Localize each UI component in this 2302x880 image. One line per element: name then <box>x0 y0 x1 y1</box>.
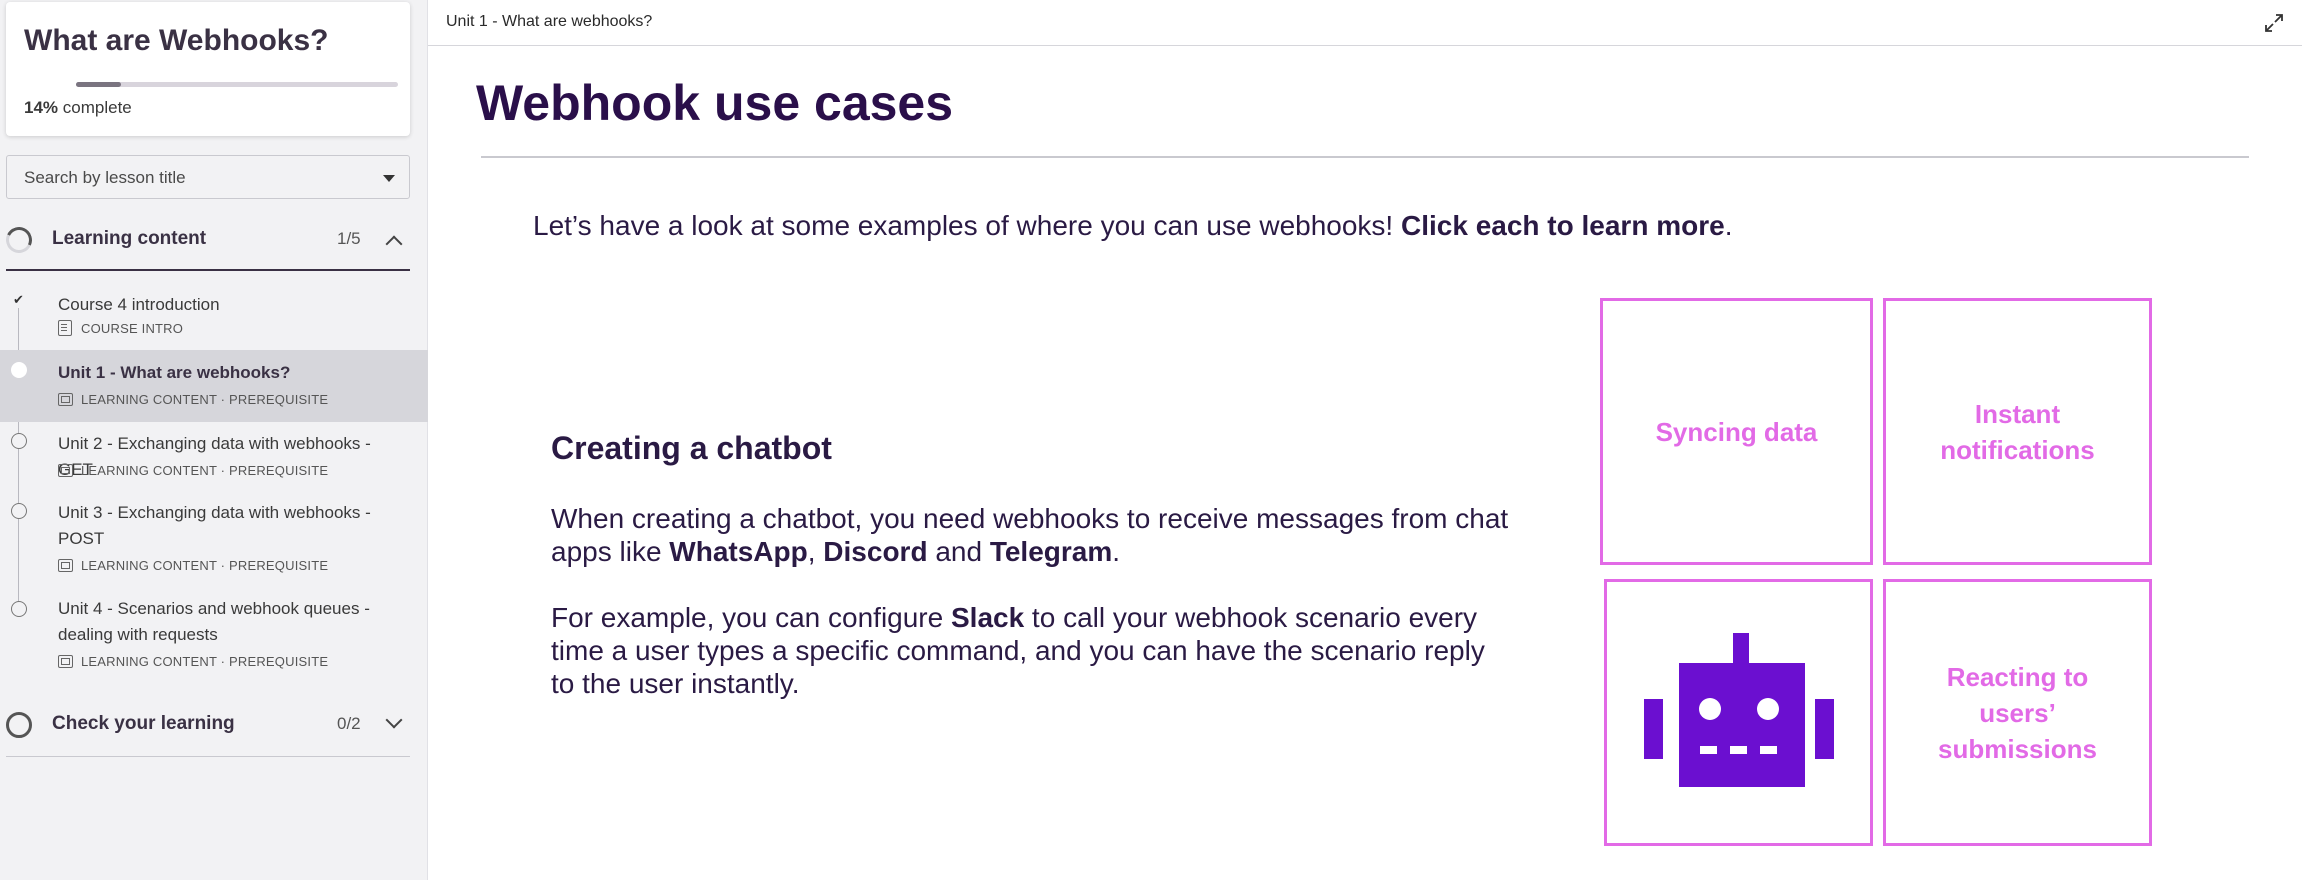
book-icon <box>58 320 72 336</box>
course-title: What are Webhooks? <box>24 24 329 57</box>
progress-bar <box>76 82 398 87</box>
robot-icon <box>1643 632 1834 787</box>
lesson-title: Unit 3 - Exchanging data with webhooks -… <box>58 503 371 548</box>
tile-label: Syncing data <box>1655 416 1818 447</box>
section-divider <box>6 756 410 757</box>
progress-bar-fill <box>76 82 122 87</box>
lesson-meta: LEARNING CONTENT · PREREQUISITE <box>58 392 328 407</box>
page-title: Webhook use cases <box>476 75 954 131</box>
course-sidebar: What are Webhooks? 14% complete Search b… <box>0 0 428 880</box>
presentation-icon <box>58 655 73 668</box>
lesson-search-placeholder: Search by lesson title <box>24 168 186 187</box>
lesson-meta: LEARNING CONTENT · PREREQUISITE <box>58 558 328 573</box>
section-divider <box>6 269 410 271</box>
lesson-item-unit-2[interactable]: Unit 2 - Exchanging data with webhooks -… <box>0 428 428 488</box>
lesson-meta: LEARNING CONTENT · PREREQUISITE <box>58 654 328 669</box>
lesson-item-unit-1[interactable]: Unit 1 - What are webhooks? LEARNING CON… <box>0 350 428 422</box>
lesson-title: Unit 4 - Scenarios and webhook queues - … <box>58 599 370 644</box>
presentation-icon <box>58 464 73 477</box>
progress-suffix: complete <box>62 98 132 117</box>
intro-text: Let’s have a look at some examples of wh… <box>533 210 1733 241</box>
detail-paragraph-1: When creating a chatbot, you need webhoo… <box>551 503 1509 567</box>
section-count: 0/2 <box>337 714 361 733</box>
detail-paragraph-2: For example, you can configure Slack to … <box>551 602 1485 699</box>
incomplete-circle-icon <box>11 433 27 449</box>
tile-instant-notifications[interactable]: Instant notifications <box>1883 298 2152 565</box>
lesson-item-unit-3[interactable]: Unit 3 - Exchanging data with webhooks -… <box>0 498 428 588</box>
check-icon: ✔ <box>13 292 24 307</box>
lesson-item-unit-4[interactable]: Unit 4 - Scenarios and webhook queues - … <box>0 596 428 686</box>
expand-icon[interactable] <box>2264 13 2284 33</box>
tile-reacting-submissions[interactable]: Reacting to users’ submissions <box>1883 579 2152 846</box>
presentation-icon <box>58 559 73 572</box>
progress-percent: 14% <box>24 98 59 117</box>
tile-label: Instant notifications <box>1940 398 2095 465</box>
incomplete-circle-icon <box>11 601 27 617</box>
lesson-search-dropdown[interactable]: Search by lesson title <box>6 155 410 199</box>
intro-emphasis: Click each to learn more <box>1401 210 1725 241</box>
tile-syncing-data[interactable]: Syncing data <box>1600 298 1873 565</box>
chevron-up-icon[interactable] <box>385 235 403 253</box>
progress-ring-icon <box>6 712 32 738</box>
section-label: Learning content <box>52 228 207 249</box>
breadcrumb: Unit 1 - What are webhooks? <box>446 13 653 30</box>
progress-text: 14% complete <box>24 98 132 118</box>
tile-creating-chatbot[interactable] <box>1604 579 1873 846</box>
lesson-content: Unit 1 - What are webhooks? Webhook use … <box>428 0 2302 880</box>
incomplete-circle-icon <box>11 503 27 519</box>
title-divider <box>481 156 2249 158</box>
current-lesson-dot-icon <box>11 362 27 378</box>
caret-down-icon <box>383 175 395 182</box>
presentation-icon <box>58 393 73 406</box>
tile-label: Reacting to users’ submissions <box>1938 661 2097 764</box>
lesson-title: Unit 1 - What are webhooks? <box>58 363 291 382</box>
lesson-topbar: Unit 1 - What are webhooks? <box>428 0 2302 46</box>
section-label: Check your learning <box>52 713 235 734</box>
section-count: 1/5 <box>337 229 361 248</box>
course-card: What are Webhooks? 14% complete <box>6 2 410 136</box>
section-check-your-learning[interactable]: Check your learning 0/2 <box>0 699 410 751</box>
lesson-meta: COURSE INTRO <box>58 320 183 336</box>
lesson-title: Course 4 introduction <box>58 295 220 314</box>
chevron-down-icon[interactable] <box>385 711 403 729</box>
lesson-meta: LEARNING CONTENT · PREREQUISITE <box>58 463 328 478</box>
section-learning-content[interactable]: Learning content 1/5 <box>0 214 410 266</box>
detail-title: Creating a chatbot <box>551 430 832 466</box>
lesson-item-course-intro[interactable]: ✔ Course 4 introduction COURSE INTRO <box>0 288 428 348</box>
progress-ring-icon <box>2 223 36 257</box>
